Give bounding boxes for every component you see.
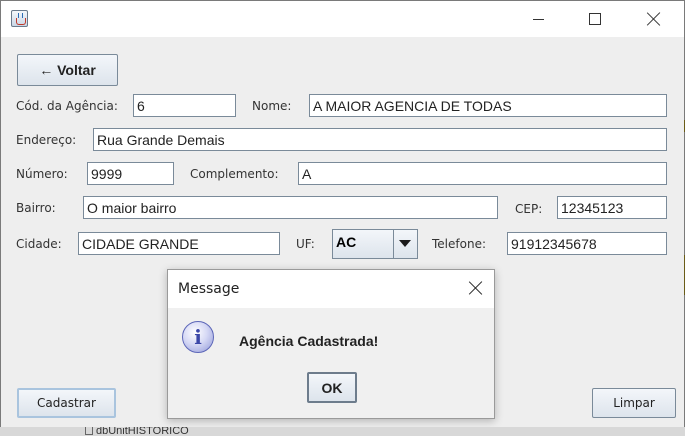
numero-field[interactable]: 9999 xyxy=(87,162,174,185)
close-button[interactable] xyxy=(631,1,677,37)
background-window-strip: dbUnitHISTORICO xyxy=(0,427,685,436)
uf-label: UF: xyxy=(296,237,315,251)
bairro-field[interactable]: O maior bairro xyxy=(83,196,498,219)
codigo-label: Cód. da Agência: xyxy=(16,99,118,113)
endereco-field[interactable]: Rua Grande Demais xyxy=(93,128,667,151)
complemento-label: Complemento: xyxy=(190,167,279,181)
checkbox-icon xyxy=(85,427,93,435)
maximize-icon xyxy=(589,13,601,25)
minimize-icon xyxy=(532,18,544,20)
java-cup-icon xyxy=(11,10,28,27)
codigo-field[interactable]: 6 xyxy=(133,94,236,117)
minimize-button[interactable] xyxy=(515,1,561,37)
telefone-field[interactable]: 91912345678 xyxy=(507,232,667,255)
uf-selected-value: AC xyxy=(336,234,357,250)
chevron-down-icon[interactable] xyxy=(393,230,417,258)
dialog-title-bar[interactable]: Message xyxy=(168,270,494,308)
limpar-button[interactable]: Limpar xyxy=(592,388,676,418)
dialog-message: Agência Cadastrada! xyxy=(239,333,379,349)
main-window: ← Voltar Cód. da Agência: 6 Nome: A MAIO… xyxy=(0,0,685,428)
ok-button[interactable]: OK xyxy=(307,372,357,403)
nome-field[interactable]: A MAIOR AGENCIA DE TODAS xyxy=(309,94,667,117)
numero-label: Número: xyxy=(16,167,68,181)
cep-label: CEP: xyxy=(515,202,543,216)
info-icon: i xyxy=(182,321,214,353)
uf-select[interactable]: AC xyxy=(332,229,418,259)
nome-label: Nome: xyxy=(252,99,292,113)
telefone-label: Telefone: xyxy=(432,237,486,251)
close-icon[interactable] xyxy=(469,281,483,295)
title-bar[interactable] xyxy=(1,1,684,37)
cidade-field[interactable]: CIDADE GRANDE xyxy=(78,232,280,255)
message-dialog: Message i Agência Cadastrada! OK xyxy=(167,269,495,419)
dialog-title: Message xyxy=(178,281,240,297)
maximize-button[interactable] xyxy=(572,1,618,37)
back-button[interactable]: ← Voltar xyxy=(17,54,118,86)
cep-field[interactable]: 12345123 xyxy=(557,196,667,219)
endereco-label: Endereço: xyxy=(16,133,77,147)
close-icon xyxy=(647,12,661,26)
cidade-label: Cidade: xyxy=(16,237,62,251)
cadastrar-button[interactable]: Cadastrar xyxy=(17,388,116,418)
bairro-label: Bairro: xyxy=(16,201,56,215)
background-text: dbUnitHISTORICO xyxy=(96,427,189,436)
complemento-field[interactable]: A xyxy=(298,162,667,185)
